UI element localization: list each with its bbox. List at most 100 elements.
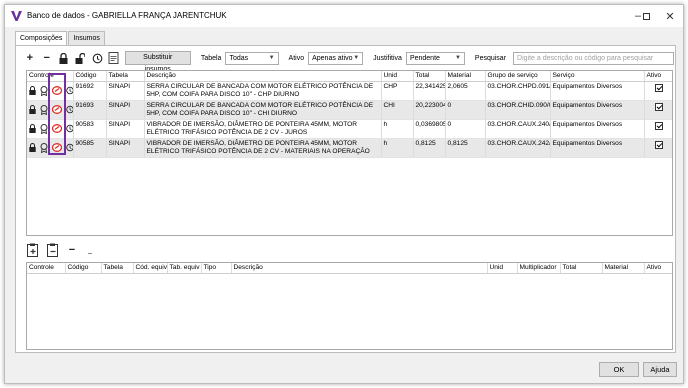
col-tabela[interactable]: Tabela (106, 71, 145, 82)
cell-total: 0,8125 (413, 138, 446, 158)
tab-composicoes[interactable]: Composições (15, 31, 68, 46)
unlock-icon[interactable] (74, 52, 86, 64)
cell-ativo (644, 138, 672, 158)
search-input[interactable]: Digite a descrição ou código para pesqui… (513, 51, 675, 65)
table-row[interactable]: 90585 SINAPI VIBRADOR DE IMERSÃO, DIÂMETRO… (27, 138, 672, 158)
clipboard-add-icon[interactable] (26, 243, 40, 257)
cell-grupo: 03.CHOR.CHID.090/0 (485, 100, 551, 120)
edit-red-icon[interactable] (52, 105, 62, 115)
lock-icon[interactable] (29, 124, 36, 134)
history-icon[interactable] (66, 124, 72, 134)
col2-multiplicador[interactable]: Multiplicador (517, 263, 561, 274)
award-icon[interactable] (40, 104, 48, 115)
lock-icon[interactable] (29, 105, 36, 115)
cell-servico: Equipamentos Diversos (550, 138, 645, 158)
cell-material: 2,0605 (445, 81, 486, 101)
edit-red-icon[interactable] (52, 124, 62, 134)
edit-red-icon[interactable] (52, 143, 62, 153)
ativo-checkbox[interactable] (655, 102, 663, 111)
lock-icon[interactable] (29, 86, 36, 96)
history-icon[interactable] (91, 52, 103, 64)
award-icon[interactable] (40, 142, 48, 153)
clipboard-remove-icon[interactable] (46, 243, 60, 257)
ativo-value: Apenas ativo (312, 54, 353, 62)
col2-tipo[interactable]: Tipo (201, 263, 232, 274)
col2-tab-equiv[interactable]: Tab. equiv (167, 263, 202, 274)
ativo-label: Ativo (288, 54, 305, 62)
cell-unid: CHP (381, 81, 414, 101)
cell-total: 20,223004 (413, 100, 446, 120)
cell-ativo (644, 119, 672, 139)
col-total[interactable]: Total (413, 71, 446, 82)
edit-red-icon[interactable] (52, 86, 62, 96)
ajuda-button[interactable]: Ajuda (643, 362, 677, 377)
col2-controle[interactable]: Controle (27, 263, 66, 274)
col2-codigo[interactable]: Código (65, 263, 102, 274)
tab-bar: Composições Insumos (15, 31, 106, 46)
col2-unid[interactable]: Unid (487, 263, 518, 274)
cell-grupo: 03.CHOR.CAUX.240/0 (485, 119, 551, 139)
ativo-select[interactable]: Apenas ativo ▼ (308, 51, 364, 65)
app-logo-icon (11, 11, 22, 21)
col2-material[interactable]: Material (602, 263, 645, 274)
col-codigo[interactable]: Código (73, 71, 107, 82)
cell-tabela: SINAPI (106, 119, 145, 139)
cell-descricao: SERRA CIRCULAR DE BANCADA COM MOTOR ELÉT… (144, 100, 382, 120)
tabela-select[interactable]: Todas ▼ (225, 51, 279, 65)
award-icon[interactable] (40, 123, 48, 134)
insumos-grid: Controle Código Tabela Cód. equiv Tab. e… (26, 262, 673, 350)
cell-codigo: 90583 (73, 119, 107, 139)
award-icon[interactable] (40, 85, 48, 96)
ativo-checkbox[interactable] (655, 83, 663, 92)
cell-ativo (644, 81, 672, 101)
bottom-toolbar: − _ (26, 242, 92, 258)
table-row[interactable]: 91692 SINAPI SERRA CIRCULAR DE BANCADA COM… (27, 81, 672, 101)
composicoes-panel: + − Substituir insumos Tabela Todas ▼ Ati… (15, 45, 676, 353)
close-icon[interactable]: ✕ (657, 5, 683, 27)
table-row[interactable]: 90583 SINAPI VIBRADOR DE IMERSÃO, DIÂMETRO… (27, 119, 672, 139)
cell-tabela: SINAPI (106, 81, 145, 101)
col2-total[interactable]: Total (560, 263, 603, 274)
database-window: Banco de dados - GABRIELLA FRANÇA JARENT… (4, 4, 684, 384)
ativo-checkbox[interactable] (655, 140, 663, 149)
cell-grupo: 03.CHOR.CAUX.242/0 (485, 138, 551, 158)
cell-descricao: SERRA CIRCULAR DE BANCADA COM MOTOR ELÉT… (144, 81, 382, 101)
tabela-label: Tabela (200, 54, 222, 62)
add-icon[interactable]: + (24, 52, 36, 64)
cell-tabela: SINAPI (106, 138, 145, 158)
col2-cod-equiv[interactable]: Cód. equiv (133, 263, 168, 274)
col-ativo[interactable]: Ativo (644, 71, 672, 82)
cell-codigo: 90585 (73, 138, 107, 158)
justificativa-select[interactable]: Pendente ▼ (405, 51, 465, 65)
cell-ativo (644, 100, 672, 120)
col-servico[interactable]: Serviço (550, 71, 645, 82)
col2-ativo[interactable]: Ativo (644, 263, 672, 274)
row-controle (27, 100, 74, 120)
history-icon[interactable] (66, 86, 72, 96)
maximize-icon[interactable] (633, 5, 659, 27)
col-grupo-servico[interactable]: Grupo de serviço (485, 71, 551, 82)
cell-codigo: 91692 (73, 81, 107, 101)
table-row[interactable]: 91693 SINAPI SERRA CIRCULAR DE BANCADA COM… (27, 100, 672, 120)
substituir-insumos-button[interactable]: Substituir insumos (124, 51, 191, 73)
col-material[interactable]: Material (445, 71, 486, 82)
lock-icon[interactable] (58, 52, 70, 64)
col-descricao[interactable]: Descrição (144, 71, 382, 82)
col-controle[interactable]: Controle (27, 71, 74, 82)
lock-icon[interactable] (29, 143, 36, 153)
cell-material: 0 (445, 100, 486, 120)
col-unid[interactable]: Unid (381, 71, 414, 82)
tab-insumos[interactable]: Insumos (68, 31, 105, 45)
bottom-toolbar-dash: _ (88, 246, 92, 254)
composicoes-table: Controle Código Tabela Descrição Unid To… (27, 71, 672, 158)
col2-tabela[interactable]: Tabela (101, 263, 134, 274)
history-icon[interactable] (66, 105, 72, 115)
justificativa-label: Justifitiva (373, 54, 402, 62)
col2-descricao[interactable]: Descrição (231, 263, 488, 274)
remove-icon[interactable]: − (41, 52, 53, 64)
ok-button[interactable]: OK (599, 362, 639, 377)
pdf-icon[interactable] (108, 52, 120, 64)
ativo-checkbox[interactable] (655, 121, 663, 130)
history-icon[interactable] (66, 143, 72, 153)
remove-icon[interactable]: − (66, 244, 78, 256)
